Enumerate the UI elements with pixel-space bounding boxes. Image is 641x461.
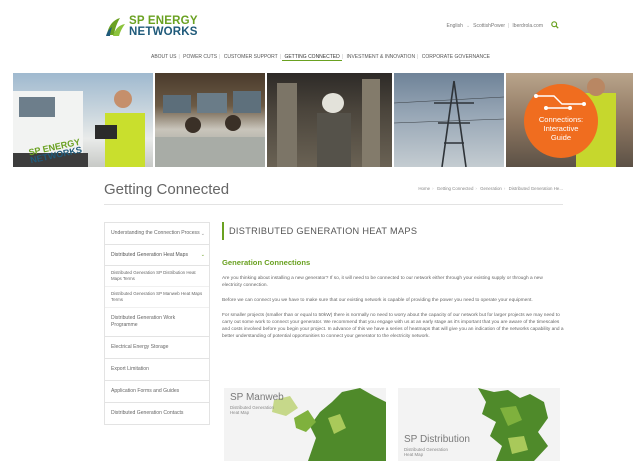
sidebar-nav: Understanding the Connection Process ⌄ D…: [104, 222, 210, 425]
breadcrumb-generation[interactable]: Generation: [480, 186, 502, 191]
banner-photo-control-room: [155, 73, 265, 167]
link-scottishpower[interactable]: ScottishPower: [473, 23, 505, 29]
content-subheading: Generation Connections: [222, 258, 311, 267]
map-title: SP Manweb: [230, 392, 284, 403]
nav-getting-connected[interactable]: GETTING CONNECTED: [282, 54, 342, 61]
brand-logo[interactable]: SP ENERGY NETWORKS: [104, 15, 198, 38]
breadcrumb: Home › Getting Connected › Generation › Dis…: [418, 186, 563, 191]
sidebar-item-label: Distributed Generation Heat Maps: [111, 252, 189, 258]
sidebar-item-label: Understanding the Connection Process: [111, 230, 200, 236]
sidebar-item-application-forms[interactable]: Application Forms and Guides: [105, 381, 209, 403]
circuit-icon: [534, 94, 586, 110]
banner-photo-engineer-substation: [267, 73, 392, 167]
paragraph: For smaller projects (smaller than or eq…: [222, 313, 564, 339]
chevron-down-icon: ⌄: [200, 252, 205, 258]
divider: |: [279, 54, 282, 60]
divider: |: [178, 54, 180, 60]
logo-line-2: NETWORKS: [129, 26, 198, 38]
map-caption: Distributed Generation Heat Map: [404, 447, 448, 458]
nav-customer-support[interactable]: CUSTOMER SUPPORT: [222, 54, 280, 60]
heat-map-cards: SP Manweb Distributed Generation Heat Ma…: [224, 388, 560, 461]
utility-nav: English ⌄ ScottishPower | Iberdrola.com: [447, 21, 559, 31]
sidebar-item-label: Electrical Energy Storage: [111, 344, 169, 350]
sidebar-item-heat-maps[interactable]: Distributed Generation Heat Maps ⌄: [105, 245, 209, 266]
divider: |: [508, 23, 510, 29]
breadcrumb-current: Distributed Generation He...: [508, 186, 563, 191]
map-card-sp-manweb[interactable]: SP Manweb Distributed Generation Heat Ma…: [224, 388, 386, 461]
paragraph: Are you thinking about installing a new …: [222, 276, 543, 288]
link-iberdrola[interactable]: Iberdrola.com: [512, 23, 543, 29]
nav-investment-innovation[interactable]: INVESTMENT & INNOVATION: [344, 54, 417, 60]
sidebar-item-label: Export Limitation: [111, 366, 149, 372]
divider: |: [417, 54, 419, 60]
divider: [104, 204, 563, 205]
page-title: Getting Connected: [104, 181, 230, 198]
divider: |: [219, 54, 221, 60]
map-card-sp-distribution[interactable]: SP Distribution Distributed Generation H…: [398, 388, 560, 461]
sidebar-item-work-programme[interactable]: Distributed Generation Work Programme: [105, 308, 209, 337]
chevron-down-icon: ⌄: [200, 230, 205, 237]
connections-line-1: Connections:: [538, 115, 584, 124]
content-heading: DISTRIBUTED GENERATION HEAT MAPS: [222, 222, 564, 240]
breadcrumb-home[interactable]: Home: [418, 186, 430, 191]
map-caption: Distributed Generation Heat Map: [230, 405, 274, 416]
language-selector[interactable]: English: [447, 23, 463, 29]
sidebar-item-label: Distributed Generation Work Programme: [111, 315, 176, 328]
sidebar-subitem-sp-distribution-terms[interactable]: Distributed Generation SP Distribution H…: [105, 266, 209, 287]
sidebar-item-label: Application Forms and Guides: [111, 388, 180, 394]
logo-leaf-icon: [104, 16, 126, 38]
sidebar-item-energy-storage[interactable]: Electrical Energy Storage: [105, 337, 209, 359]
search-icon[interactable]: [551, 21, 559, 31]
sidebar-item-understanding-connection[interactable]: Understanding the Connection Process ⌄: [105, 223, 209, 245]
sidebar-item-contacts[interactable]: Distributed Generation Contacts: [105, 403, 209, 424]
paragraph: Before we can connect you we have to mak…: [222, 298, 533, 303]
connections-line-3: Guide: [550, 133, 572, 142]
main-nav: ABOUT US | POWER CUTS | CUSTOMER SUPPORT | …: [0, 54, 641, 61]
breadcrumb-getting-connected[interactable]: Getting Connected: [437, 186, 474, 191]
map-title: SP Distribution: [404, 434, 470, 445]
connections-line-2: Interactive: [543, 124, 579, 133]
chevron-down-icon: ⌄: [465, 23, 471, 29]
banner-photo-van-engineer: SP ENERGY NETWORKS: [13, 73, 153, 167]
sidebar-item-label: Distributed Generation Contacts: [111, 410, 184, 416]
divider: |: [341, 54, 344, 60]
sidebar-subitem-sp-manweb-terms[interactable]: Distributed Generation SP Manweb Heat Ma…: [105, 287, 209, 308]
sidebar-item-export-limitation[interactable]: Export Limitation: [105, 359, 209, 381]
connections-guide-button[interactable]: Connections: Interactive Guide: [524, 84, 598, 158]
main-content: DISTRIBUTED GENERATION HEAT MAPS Generat…: [222, 222, 564, 340]
nav-corporate-governance[interactable]: CORPORATE GOVERNANCE: [420, 54, 492, 60]
nav-about-us[interactable]: ABOUT US: [149, 54, 178, 60]
nav-power-cuts[interactable]: POWER CUTS: [181, 54, 219, 60]
banner-photo-pylon: [394, 73, 504, 167]
